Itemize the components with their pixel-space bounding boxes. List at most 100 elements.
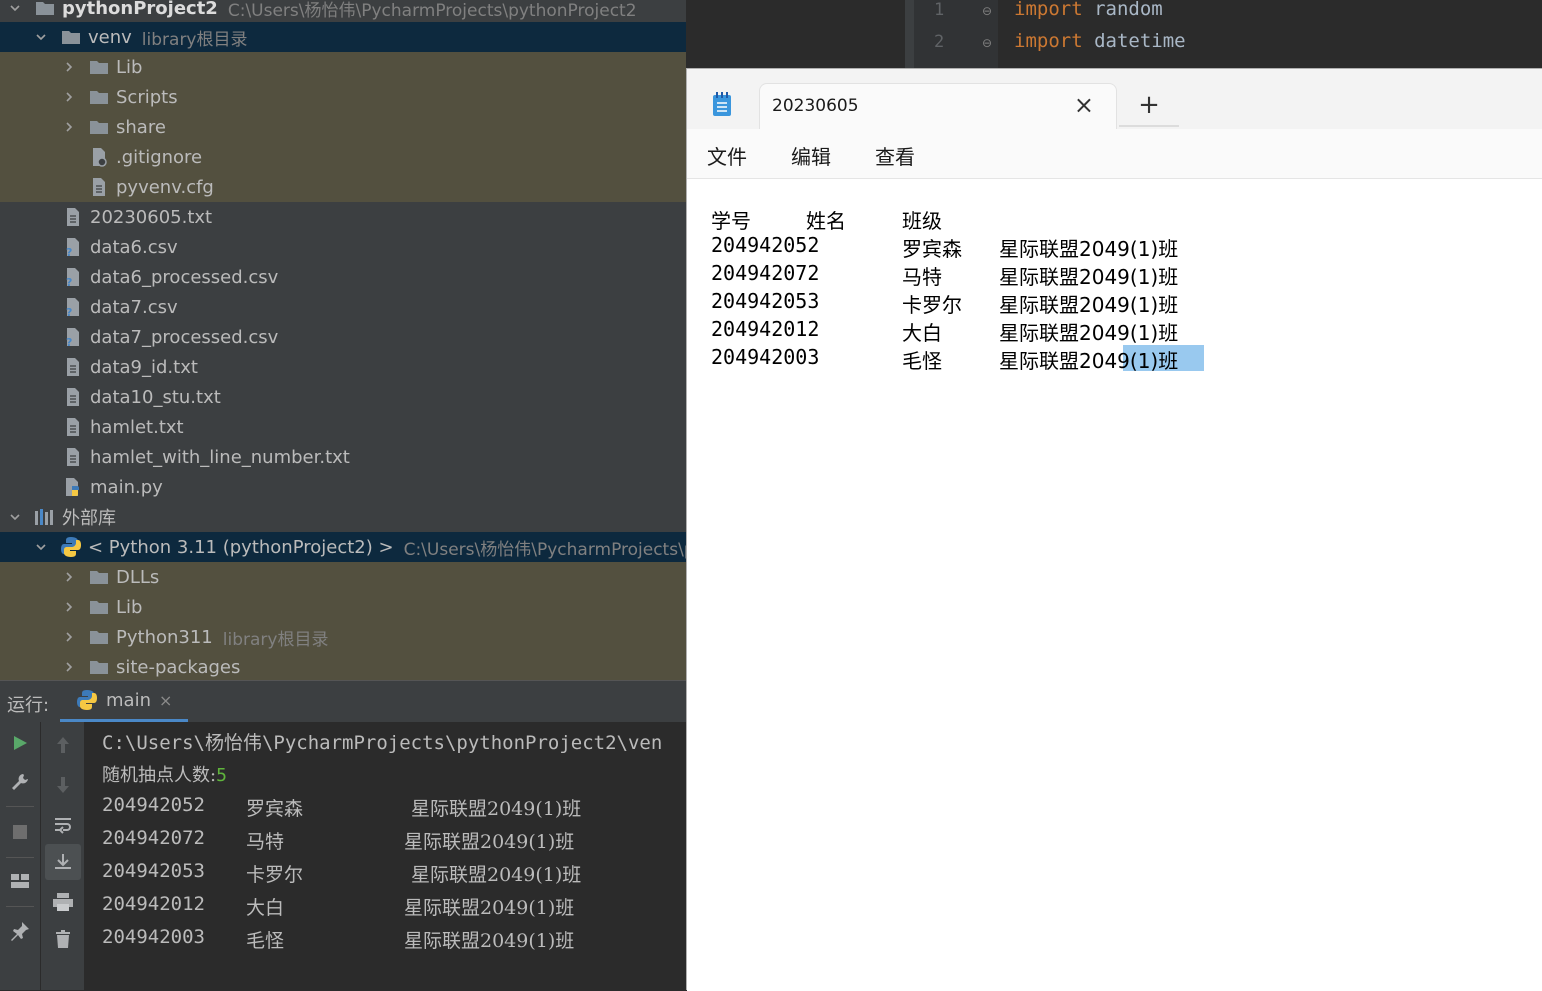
header-class: 班级: [902, 209, 942, 233]
console-prompt-line: 随机抽点人数:5: [102, 765, 227, 786]
soft-wrap-icon[interactable]: [48, 810, 78, 840]
folder-icon: [88, 656, 110, 678]
header-name: 姓名: [806, 209, 846, 233]
chevron-right-icon[interactable]: [62, 600, 76, 614]
wrench-icon[interactable]: [5, 767, 35, 797]
tree-item-venv[interactable]: venv library根目录: [0, 22, 686, 52]
fold-icon[interactable]: ⊖: [982, 36, 992, 50]
close-icon[interactable]: ×: [159, 691, 172, 710]
tree-item-site-packages[interactable]: site-packages: [0, 652, 686, 680]
tree-item-label: 20230605.txt: [90, 206, 213, 228]
project-tree: pythonProject2 C:\Users\杨怡伟\PycharmProje…: [0, 0, 686, 680]
tree-item-file[interactable]: ? data7.csv: [0, 292, 686, 322]
tree-item-file[interactable]: data9_id.txt: [0, 352, 686, 382]
root-path: C:\Users\杨怡伟\PycharmProjects\pythonProje…: [227, 0, 637, 21]
chevron-down-icon[interactable]: [34, 30, 48, 44]
chevron-down-icon[interactable]: [8, 510, 22, 524]
row-name: 罗宾森: [902, 237, 962, 261]
tree-item-label: hamlet.txt: [90, 416, 184, 438]
chevron-right-icon[interactable]: [62, 570, 76, 584]
tree-item-pyvenv[interactable]: pyvenv.cfg: [0, 172, 686, 202]
tree-item-python-sdk[interactable]: < Python 3.11 (pythonProject2) > C:\User…: [0, 532, 686, 562]
venv-hint: library根目录: [141, 29, 248, 50]
pin-icon[interactable]: [5, 916, 35, 946]
code-line-1: import random: [1014, 0, 1163, 20]
code-line-2: import datetime: [1014, 30, 1186, 52]
chevron-right-icon[interactable]: [62, 90, 76, 104]
tree-item-gitignore[interactable]: .gitignore: [0, 142, 686, 172]
row-class: 星际联盟2049(1)班: [999, 293, 1179, 317]
menu-file[interactable]: 文件: [707, 141, 747, 170]
menu-view[interactable]: 查看: [875, 141, 915, 170]
chevron-right-icon[interactable]: [62, 60, 76, 74]
tree-item-file[interactable]: data10_stu.txt: [0, 382, 686, 412]
tree-item-share[interactable]: share: [0, 112, 686, 142]
notepad-text-area[interactable]: 学号 姓名 班级 204942052 罗宾森 星际联盟2049(1)班 2049…: [687, 179, 1542, 991]
tree-item-sdk-lib[interactable]: Lib: [0, 592, 686, 622]
tree-item-label: data7_processed.csv: [90, 326, 279, 348]
arrow-down-icon[interactable]: [48, 770, 78, 800]
rerun-button[interactable]: [5, 728, 35, 758]
tree-item-external-libraries[interactable]: 外部库: [0, 502, 686, 532]
tree-item-label: data9_id.txt: [90, 356, 198, 378]
tree-item-dlls[interactable]: DLLs: [0, 562, 686, 592]
tree-item-lib[interactable]: Lib: [0, 52, 686, 82]
unknown-file-icon: ?: [62, 326, 84, 348]
tree-item-label: Lib: [116, 56, 143, 78]
chevron-right-icon[interactable]: [62, 660, 76, 674]
notepad-tab[interactable]: 20230605 ×: [759, 83, 1117, 129]
root-name: pythonProject2: [62, 0, 218, 19]
tree-item-label: data10_stu.txt: [90, 386, 221, 408]
tree-item-file[interactable]: ? data6_processed.csv: [0, 262, 686, 292]
run-console[interactable]: C:\Users\杨怡伟\PycharmProjects\pythonProje…: [84, 722, 686, 990]
text-file-icon: [62, 386, 84, 408]
tree-item-label: Lib: [116, 596, 143, 618]
chevron-right-icon[interactable]: [62, 120, 76, 134]
panel-divider[interactable]: [905, 0, 914, 70]
trash-icon[interactable]: [48, 924, 78, 954]
row-class: 星际联盟2049(1)班: [999, 265, 1179, 289]
arrow-up-icon[interactable]: [48, 730, 78, 760]
tree-item-root[interactable]: pythonProject2 C:\Users\杨怡伟\PycharmProje…: [0, 0, 686, 23]
close-icon[interactable]: ×: [1074, 90, 1094, 120]
chevron-down-icon[interactable]: [34, 540, 48, 554]
tree-item-file[interactable]: hamlet_with_line_number.txt: [0, 442, 686, 472]
run-tab-main[interactable]: main ×: [60, 681, 188, 722]
tree-item-file[interactable]: main.py: [0, 472, 686, 502]
text-file-icon: [88, 176, 110, 198]
line-gutter: 1 2 ⊖ ⊖: [914, 0, 998, 70]
tree-item-label: data6_processed.csv: [90, 266, 279, 288]
folder-icon: [88, 56, 110, 78]
row-class: 星际联盟2049(1)班: [999, 321, 1179, 345]
tree-item-python311[interactable]: Python311 library根目录: [0, 622, 686, 652]
fold-icon[interactable]: ⊖: [982, 4, 992, 18]
notepad-tab-title: 20230605: [772, 96, 859, 116]
text-file-icon: [62, 446, 84, 468]
chevron-right-icon[interactable]: [62, 630, 76, 644]
tree-item-file[interactable]: ? data7_processed.csv: [0, 322, 686, 352]
toolbar-divider: [6, 906, 34, 907]
row-id: 204942003: [711, 345, 820, 369]
chevron-down-icon[interactable]: [8, 1, 22, 15]
line-number: 1: [934, 0, 945, 20]
layout-icon[interactable]: [5, 866, 35, 896]
row-id: 204942052: [711, 233, 820, 257]
tree-item-scripts[interactable]: Scripts: [0, 82, 686, 112]
stop-button[interactable]: [5, 817, 35, 847]
print-icon[interactable]: [48, 887, 78, 917]
folder-icon: [34, 0, 56, 19]
toolbar-divider: [6, 806, 34, 807]
folder-icon: [88, 86, 110, 108]
code-editor[interactable]: 1 2 ⊖ ⊖ import random import datetime: [914, 0, 1542, 70]
text-file-icon: [62, 206, 84, 228]
folder-icon: [88, 566, 110, 588]
tree-item-file[interactable]: ? data6.csv: [0, 232, 686, 262]
menu-edit[interactable]: 编辑: [791, 141, 831, 170]
tree-item-file[interactable]: 20230605.txt: [0, 202, 686, 232]
new-tab-button[interactable]: +: [1119, 85, 1179, 127]
tree-item-file[interactable]: hamlet.txt: [0, 412, 686, 442]
row-name: 毛怪: [902, 349, 942, 373]
run-tab-label: main: [106, 689, 151, 711]
scroll-to-end-icon[interactable]: [45, 844, 81, 880]
svg-text:?: ?: [66, 246, 72, 257]
